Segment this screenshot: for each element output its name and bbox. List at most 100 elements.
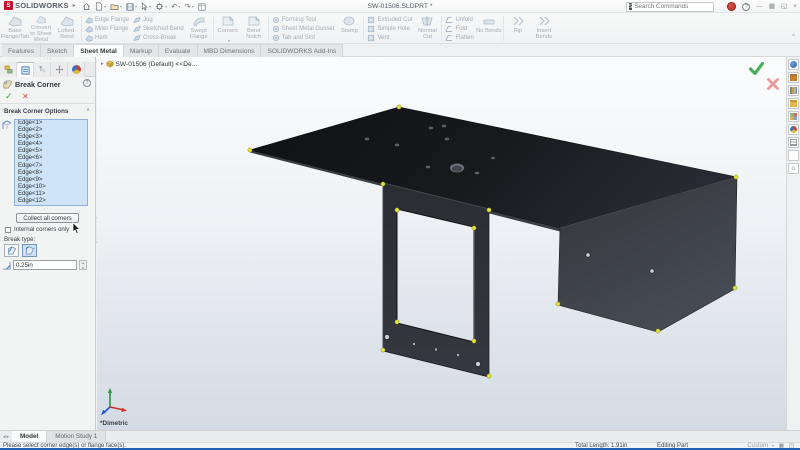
undo-icon[interactable]: ↶▾: [171, 2, 180, 11]
ribbon-button[interactable]: Unfold: [445, 15, 473, 24]
command-tab[interactable]: SOLIDWORKS Add-Ins: [261, 44, 343, 57]
pm-section-header[interactable]: Break Corner Options ∧: [0, 106, 95, 117]
ribbon-button[interactable]: Insert Bends: [531, 14, 557, 43]
flyout-tree-label[interactable]: SW-01506 (Default) <<De...: [116, 61, 198, 68]
ribbon-button[interactable]: Sheet Metal Gusset: [272, 24, 335, 33]
taskpane-view-palette-icon[interactable]: [788, 111, 799, 122]
minimize-icon[interactable]: —: [756, 2, 763, 12]
taskpane-toolbox-icon[interactable]: [788, 72, 799, 83]
ribbon-button[interactable]: Flatten: [445, 33, 473, 42]
distance-spinner[interactable]: ▴ ▾: [79, 260, 87, 270]
confirm-cancel-icon[interactable]: [767, 78, 779, 90]
ribbon-button[interactable]: Sketched Bend: [133, 24, 184, 33]
ribbon-button[interactable]: Hem: [85, 33, 129, 42]
edge-list-item[interactable]: Edge<6>: [15, 155, 87, 162]
section-collapse-icon[interactable]: ∧: [86, 107, 90, 113]
search-commands-box[interactable]: S ▾: [626, 2, 714, 12]
help-icon[interactable]: ?: [742, 3, 750, 11]
ribbon-button[interactable]: Simple Hole: [367, 24, 412, 33]
ribbon-button[interactable]: Swept Flange: [186, 14, 212, 43]
search-scope-icon[interactable]: S: [629, 3, 632, 10]
restore-icon[interactable]: ◱: [781, 2, 787, 12]
command-tab[interactable]: MBD Dimensions: [198, 44, 262, 57]
new-document-icon[interactable]: ▾: [95, 2, 106, 11]
tab-configuration-manager[interactable]: [34, 62, 51, 77]
command-tab[interactable]: Sheet Metal: [74, 44, 124, 57]
edge-list-item[interactable]: Edge<3>: [15, 134, 87, 141]
edge-list-item[interactable]: Edge<5>: [15, 148, 87, 155]
menu-expand-icon[interactable]: ▸: [73, 2, 76, 9]
open-icon[interactable]: ▾: [110, 2, 122, 11]
pm-cancel-icon[interactable]: ✕: [22, 92, 29, 101]
taskpane-resources-icon[interactable]: ⌂: [788, 163, 799, 174]
ribbon-button[interactable]: Forming Tool: [272, 15, 335, 24]
ribbon-button[interactable]: No Bends: [476, 14, 502, 43]
internal-corners-checkbox[interactable]: [5, 227, 11, 233]
flyout-feature-tree[interactable]: ▸ SW-01506 (Default) <<De...: [101, 60, 197, 68]
fillet-break-button[interactable]: [22, 244, 37, 257]
file-properties-icon[interactable]: [198, 3, 206, 11]
ribbon-button[interactable]: Stamp: [336, 14, 362, 43]
part-model[interactable]: [97, 57, 786, 430]
edge-list-item[interactable]: Edge<1>: [15, 120, 87, 127]
ribbon-button[interactable]: Vent: [367, 33, 412, 42]
edge-list-item[interactable]: Edge<7>: [15, 163, 87, 170]
user-avatar[interactable]: [727, 2, 736, 11]
ribbon-button[interactable]: Convert to Sheet Metal: [28, 14, 54, 43]
taskpane-design-library-icon[interactable]: [788, 85, 799, 96]
apps-grid-icon[interactable]: ▦: [769, 2, 775, 12]
tab-scroll-arrows[interactable]: ◂▸: [0, 431, 12, 442]
taskpane-3dexperience-icon[interactable]: [788, 59, 799, 70]
ribbon-button[interactable]: Rip: [505, 14, 531, 43]
tab-feature-manager[interactable]: [0, 62, 17, 77]
list-resize-grip[interactable]: · · ·: [0, 207, 95, 212]
pm-ok-icon[interactable]: ✓: [5, 91, 13, 102]
save-icon[interactable]: ▾: [126, 3, 137, 11]
ribbon-button[interactable]: Jog: [133, 15, 184, 24]
collect-all-corners-button[interactable]: Collect all corners: [16, 213, 79, 223]
break-distance-input[interactable]: [13, 260, 77, 270]
tab-display-manager[interactable]: [68, 62, 85, 77]
ribbon-button[interactable]: Cross-Break: [133, 33, 184, 42]
select-icon[interactable]: ▾: [141, 2, 151, 11]
edge-list-item[interactable]: Edge<12>: [15, 198, 87, 205]
edge-list-item[interactable]: Edge<2>: [15, 127, 87, 134]
tab-dimxpert-manager[interactable]: [51, 62, 68, 77]
graphics-area[interactable]: ▸ SW-01506 (Default) <<De... *Dimetric: [97, 57, 786, 430]
pm-help-icon[interactable]: ?: [83, 79, 91, 87]
ribbon-collapse-icon[interactable]: ^: [792, 34, 795, 40]
edge-list-item[interactable]: Edge<4>: [15, 141, 87, 148]
tree-expand-icon[interactable]: ▸: [101, 61, 104, 67]
tab-property-manager[interactable]: [17, 62, 34, 77]
corners-dropdown-icon[interactable]: ▾: [228, 38, 230, 43]
break-corner-icon: [3, 80, 12, 89]
edge-list-item[interactable]: Edge<8>: [15, 170, 87, 177]
command-tab[interactable]: Features: [2, 44, 41, 57]
ribbon-button[interactable]: Fold: [445, 24, 473, 33]
home-icon[interactable]: [82, 2, 91, 11]
ribbon-button[interactable]: Edge Flange: [85, 15, 129, 24]
ribbon-button[interactable]: Miter Flange: [85, 24, 129, 33]
ribbon-button[interactable]: Lofted-Bend: [54, 14, 80, 43]
options-gear-icon[interactable]: ▾: [155, 2, 167, 11]
search-input[interactable]: [634, 2, 722, 11]
close-icon[interactable]: ×: [793, 2, 797, 12]
command-tab[interactable]: Evaluate: [159, 44, 198, 57]
ribbon-button[interactable]: Normal Cut: [414, 14, 440, 43]
ribbon-button[interactable]: Tab and Slot: [272, 33, 335, 42]
edge-list-item[interactable]: Edge<11>: [15, 191, 87, 198]
ribbon-button[interactable]: Extruded Cut: [367, 15, 412, 24]
edge-list-item[interactable]: Edge<9>: [15, 177, 87, 184]
taskpane-file-explorer-icon[interactable]: [788, 98, 799, 109]
taskpane-appearances-icon[interactable]: [788, 124, 799, 135]
taskpane-custom-properties-icon[interactable]: [788, 137, 799, 148]
command-tab[interactable]: Markup: [124, 44, 159, 57]
redo-icon[interactable]: ↷▾: [184, 2, 193, 11]
chamfer-break-button[interactable]: [4, 244, 19, 257]
ribbon-button[interactable]: Base Flange/Tab: [2, 14, 28, 43]
ribbon-button[interactable]: Bend Notch: [241, 14, 267, 43]
confirm-ok-icon[interactable]: [749, 62, 764, 75]
edge-selection-list[interactable]: Edge<1>Edge<2>Edge<3>Edge<4>Edge<5>Edge<…: [14, 119, 88, 206]
edge-list-item[interactable]: Edge<10>: [15, 184, 87, 191]
taskpane-forum-icon[interactable]: [788, 150, 799, 161]
